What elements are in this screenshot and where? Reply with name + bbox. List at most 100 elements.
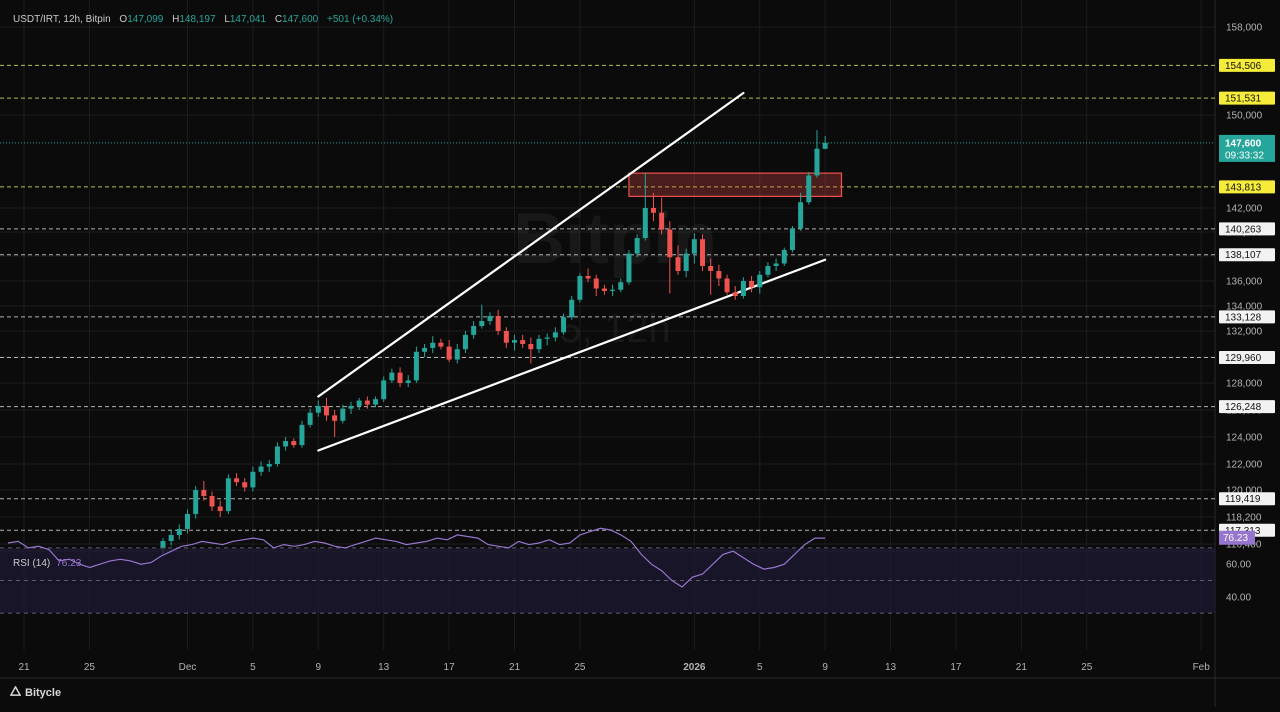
level-tag: 138,107 [1219,248,1275,262]
candle-body [266,464,272,467]
time-tick-label: 17 [444,662,456,673]
candle-body [209,496,215,507]
candle-body [683,253,689,271]
candle-body [258,466,264,472]
candle-body [544,337,550,339]
time-tick-label: 25 [84,662,96,673]
candle-body [691,239,697,254]
high-value: 148,197 [179,14,216,25]
candle-body [471,326,477,335]
candle-body [438,342,444,347]
time-tick-label: 25 [574,662,586,673]
time-tick-label: 9 [822,662,828,673]
level-tag-text: 143,813 [1225,182,1262,193]
rsi-value-tag: 76.23 [1219,530,1255,545]
candle-body [528,344,534,350]
candle-body [299,424,305,446]
candle [781,247,787,266]
candle [193,486,199,519]
candle-body [430,342,436,348]
candle-body [487,316,493,321]
candle-body [520,340,526,344]
countdown-text: 09:33:32 [1225,150,1264,161]
candle-body [356,400,362,406]
candle-body [462,334,468,350]
candle-body [291,441,297,446]
candle-body [348,405,354,409]
candle-body [822,142,828,149]
candle-body [700,239,706,266]
rsi-legend-value: 76.23 [56,558,82,569]
candle-body [512,340,517,343]
candle-body [789,228,795,250]
watermark-subtitle: 5, 12h [559,307,670,351]
level-tag-text: 119,419 [1225,494,1261,505]
candle-body [757,274,763,288]
candle-body [740,281,746,296]
candle-body [389,372,395,381]
chart-stage[interactable]: Bitpin 5, 12h 116,400 118,200 120,000 122,0… [0,0,1280,707]
candle-body [724,278,730,293]
time-tick-label: 21 [509,662,521,673]
candle-body [234,478,240,483]
level-tag-text: 154,506 [1225,61,1262,72]
rsi-value-tag-text: 76.23 [1223,533,1248,544]
level-tag: 129,960 [1219,351,1275,365]
level-tag-text: 140,263 [1225,224,1262,235]
level-tag-text: 133,128 [1225,312,1262,323]
time-tick-label: 13 [885,662,897,673]
candle-body [610,289,616,291]
candle-body [479,321,485,326]
candle-body [667,229,673,258]
candle-body [422,347,428,352]
candle-body [634,238,640,254]
level-tag-text: 126,248 [1225,402,1262,413]
time-tick-label: 2026 [683,662,706,673]
candle-body [250,471,256,488]
candle-body [781,250,787,264]
price-chart[interactable]: Bitpin 5, 12h 116,400118,200120,000122,0… [0,0,1280,707]
rsi-tick-label: 60.00 [1226,560,1251,571]
rsi-legend[interactable]: RSI (14) 76.23 [13,558,81,569]
price-tick-label: 122,000 [1226,460,1263,471]
price-tick-label: 150,000 [1226,111,1263,122]
candle-body [626,253,632,283]
candle-body [716,271,722,279]
price-tick-label: 158,000 [1226,23,1263,34]
candle [413,346,419,383]
symbol-title: USDT/IRT, 12h, Bitpin [13,14,111,25]
candle-body [618,282,624,290]
candle-body [798,202,804,229]
symbol-legend[interactable]: USDT/IRT, 12h, Bitpin O147,099 H148,197 … [13,14,393,25]
close-label: C [274,14,283,25]
candle [225,474,231,514]
price-tick-label: 128,000 [1226,379,1263,390]
candle-body [446,346,452,360]
level-tag-text: 129,960 [1225,353,1262,364]
candle-body [601,288,607,291]
brand-name: Bitycle [25,687,62,699]
candle-body [315,405,321,413]
candle-body [593,278,599,289]
candle-body [283,441,289,447]
candle [626,250,632,285]
time-tick-label: 25 [1081,662,1093,673]
time-tick-label: Dec [179,662,197,673]
candle-body [503,331,509,343]
time-tick-label: 21 [18,662,30,673]
candle-body [659,212,665,230]
candle-body [373,399,379,405]
candle-body [732,292,738,296]
brand: Bitycle [10,686,61,699]
price-tick-label: 136,000 [1226,277,1263,288]
candle-body [561,317,567,333]
time-tick-label: 9 [316,662,322,673]
candle-body [332,415,338,421]
level-tag: 140,263 [1219,222,1275,236]
time-tick-label: 13 [378,662,390,673]
price-tick-label: 118,200 [1226,513,1262,524]
candle-body [217,506,223,511]
price-tick-label: 124,000 [1226,433,1263,444]
level-tag-text: 138,107 [1225,250,1262,261]
price-tick-label: 132,000 [1226,327,1263,338]
